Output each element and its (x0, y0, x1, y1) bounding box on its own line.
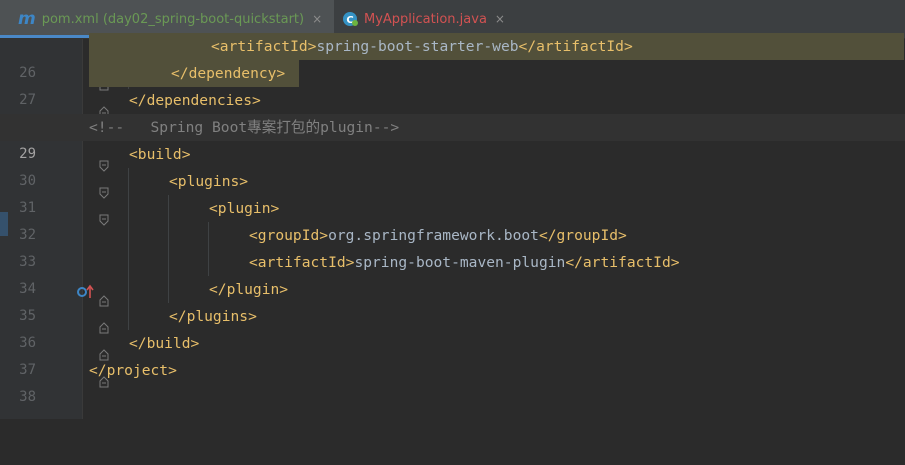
close-icon[interactable]: × (495, 12, 505, 26)
xml-close-tag: </build> (129, 335, 200, 352)
xml-text: spring-boot-starter-web (316, 38, 519, 55)
code-line-29-current[interactable]: 29 <!-- Spring Boot專案打包的plugin--> (0, 114, 905, 162)
code-line-26[interactable]: 26 <artifactId>spring-boot-starter-web</… (0, 33, 905, 81)
maven-override-marker-icon[interactable] (42, 255, 94, 298)
line-number: 38 (19, 389, 36, 405)
xml-open-tag: <artifactId> (211, 38, 317, 55)
code-content: </plugin> (209, 276, 288, 303)
code-line-31[interactable]: 31 <plugins> (0, 168, 905, 216)
xml-close-tag: </project> (89, 362, 177, 379)
code-content: <groupId>org.springframework.boot</group… (249, 222, 627, 249)
fold-end-icon[interactable] (75, 310, 109, 334)
code-line-33[interactable]: 33 <groupId>org.springframework.boot</gr… (0, 222, 905, 270)
code-line-27[interactable]: 27 </dependency> (0, 60, 905, 108)
code-line-36[interactable]: 36 </plugins> (0, 303, 905, 351)
code-content: </dependencies> (129, 87, 261, 114)
xml-close-tag: </artifactId> (518, 38, 633, 55)
code-line-38[interactable]: 38 </project> (0, 357, 905, 405)
fold-end-icon[interactable] (75, 67, 109, 91)
code-content: <plugin> (209, 195, 279, 222)
code-line-37[interactable]: 37 </build> (0, 330, 905, 378)
xml-text: org.springframework.boot (328, 227, 539, 244)
xml-open-tag: <build> (129, 146, 191, 163)
code-content: <plugins> (169, 168, 248, 195)
fold-end-icon[interactable] (75, 364, 109, 388)
xml-close-tag: </artifactId> (565, 254, 680, 271)
tab-label: pom.xml (day02_spring-boot-quickstart) (41, 11, 305, 27)
xml-close-tag: </plugins> (169, 308, 257, 325)
code-content: <artifactId>spring-boot-starter-web</art… (89, 33, 904, 60)
xml-text: spring-boot-maven-plugin (354, 254, 566, 271)
spring-java-class-icon: C (342, 11, 358, 27)
code-content: <!-- Spring Boot專案打包的plugin--> (89, 114, 399, 141)
code-content: <artifactId>spring-boot-maven-plugin</ar… (249, 249, 680, 276)
code-line-35[interactable]: 35 </plugin> (0, 276, 905, 324)
fold-start-icon[interactable] (75, 202, 109, 226)
code-line-30[interactable]: 30 <build> (0, 141, 905, 189)
fold-start-icon[interactable] (75, 148, 109, 172)
xml-open-tag: <plugin> (209, 200, 280, 217)
code-content: </build> (129, 330, 199, 357)
fold-start-icon[interactable] (75, 175, 109, 199)
tab-label: MyApplication.java (364, 11, 487, 27)
code-content: <build> (129, 141, 191, 168)
code-line-32[interactable]: 32 <plugin> (0, 195, 905, 243)
code-line-28[interactable]: 28 </dependencies> (0, 87, 905, 135)
xml-close-tag: </dependencies> (129, 92, 261, 109)
fold-end-icon[interactable] (75, 94, 109, 118)
close-icon[interactable]: × (312, 12, 322, 26)
fold-end-icon[interactable] (75, 337, 109, 361)
xml-comment: <!-- Spring Boot專案打包的plugin--> (89, 119, 400, 136)
code-line-34[interactable]: 34 <artifactId>spring-boot-maven-plugin<… (0, 249, 905, 298)
maven-m-icon: m (18, 9, 36, 29)
xml-open-tag: <artifactId> (249, 254, 355, 271)
code-content: </dependency> (89, 60, 299, 87)
xml-open-tag: <plugins> (169, 173, 249, 190)
xml-close-tag: </groupId> (538, 227, 627, 244)
xml-close-tag: </dependency> (171, 65, 286, 82)
xml-close-tag: </plugin> (209, 281, 289, 298)
code-content: </project> (89, 357, 177, 384)
xml-open-tag: <groupId> (249, 227, 329, 244)
code-content: </plugins> (169, 303, 257, 330)
fold-end-icon[interactable] (75, 283, 109, 307)
